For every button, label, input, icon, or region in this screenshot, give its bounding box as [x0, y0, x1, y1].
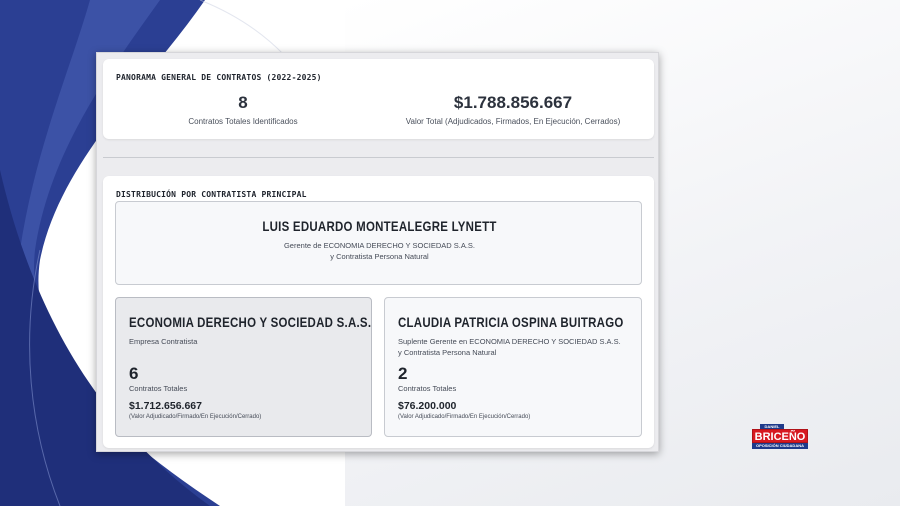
section-divider [103, 157, 654, 158]
contractor-card: CLAUDIA PATRICIA OSPINA BUITRAGO Suplent… [384, 297, 642, 437]
distribution-card: DISTRIBUCIÓN POR CONTRATISTA PRINCIPAL L… [103, 176, 654, 448]
principal-role-line1: Gerente de ECONOMIA DERECHO Y SOCIEDAD S… [283, 241, 476, 250]
overview-card: PANORAMA GENERAL DE CONTRATOS (2022-2025… [103, 59, 654, 139]
briceno-logo: DANIEL BRICEÑO OPOSICIÓN CIUDADANA [752, 424, 810, 450]
total-value: $1.788.856.667 [453, 93, 573, 112]
principal-card: LUIS EDUARDO MONTEALEGRE LYNETT Gerente … [115, 201, 642, 285]
report-screenshot: PANORAMA GENERAL DE CONTRATOS (2022-2025… [96, 52, 659, 452]
contractor-name: ECONOMIA DERECHO Y SOCIEDAD S.A.S. [129, 314, 372, 330]
contractor-count-label: Contratos Totales [129, 384, 188, 393]
contractor-value: $1.712.656.667 [129, 400, 202, 412]
contractor-card: ECONOMIA DERECHO Y SOCIEDAD S.A.S. Empre… [115, 297, 372, 437]
contractor-name: CLAUDIA PATRICIA OSPINA BUITRAGO [398, 314, 624, 330]
principal-name: LUIS EDUARDO MONTEALEGRE LYNETT [262, 218, 497, 234]
contractor-count: 6 [129, 364, 139, 383]
contractor-value: $76.200.000 [398, 400, 457, 412]
distribution-title: DISTRIBUCIÓN POR CONTRATISTA PRINCIPAL [116, 190, 307, 199]
contractor-count: 2 [398, 364, 408, 383]
total-value-label: Valor Total (Adjudicados, Firmados, En E… [405, 117, 621, 126]
contractor-desc-line2: y Contratista Persona Natural [398, 348, 497, 357]
contractor-desc-line1: Suplente Gerente en ECONOMIA DERECHO Y S… [398, 337, 621, 346]
overview-title: PANORAMA GENERAL DE CONTRATOS (2022-2025… [116, 73, 322, 82]
principal-role-line2: y Contratista Persona Natural [330, 252, 429, 261]
contractor-count-label: Contratos Totales [398, 384, 457, 393]
contractor-desc-line1: Empresa Contratista [129, 337, 198, 346]
logo-main-text: BRICEÑO [752, 429, 808, 443]
logo-sub-text: OPOSICIÓN CIUDADANA [752, 443, 808, 449]
contractor-value-note: (Valor Adjudicado/Firmado/En Ejecución/C… [398, 414, 531, 420]
total-contracts-label: Contratos Totales Identificados [188, 117, 298, 126]
contractor-value-note: (Valor Adjudicado/Firmado/En Ejecución/C… [129, 414, 262, 420]
total-contracts-value: 8 [238, 93, 248, 112]
